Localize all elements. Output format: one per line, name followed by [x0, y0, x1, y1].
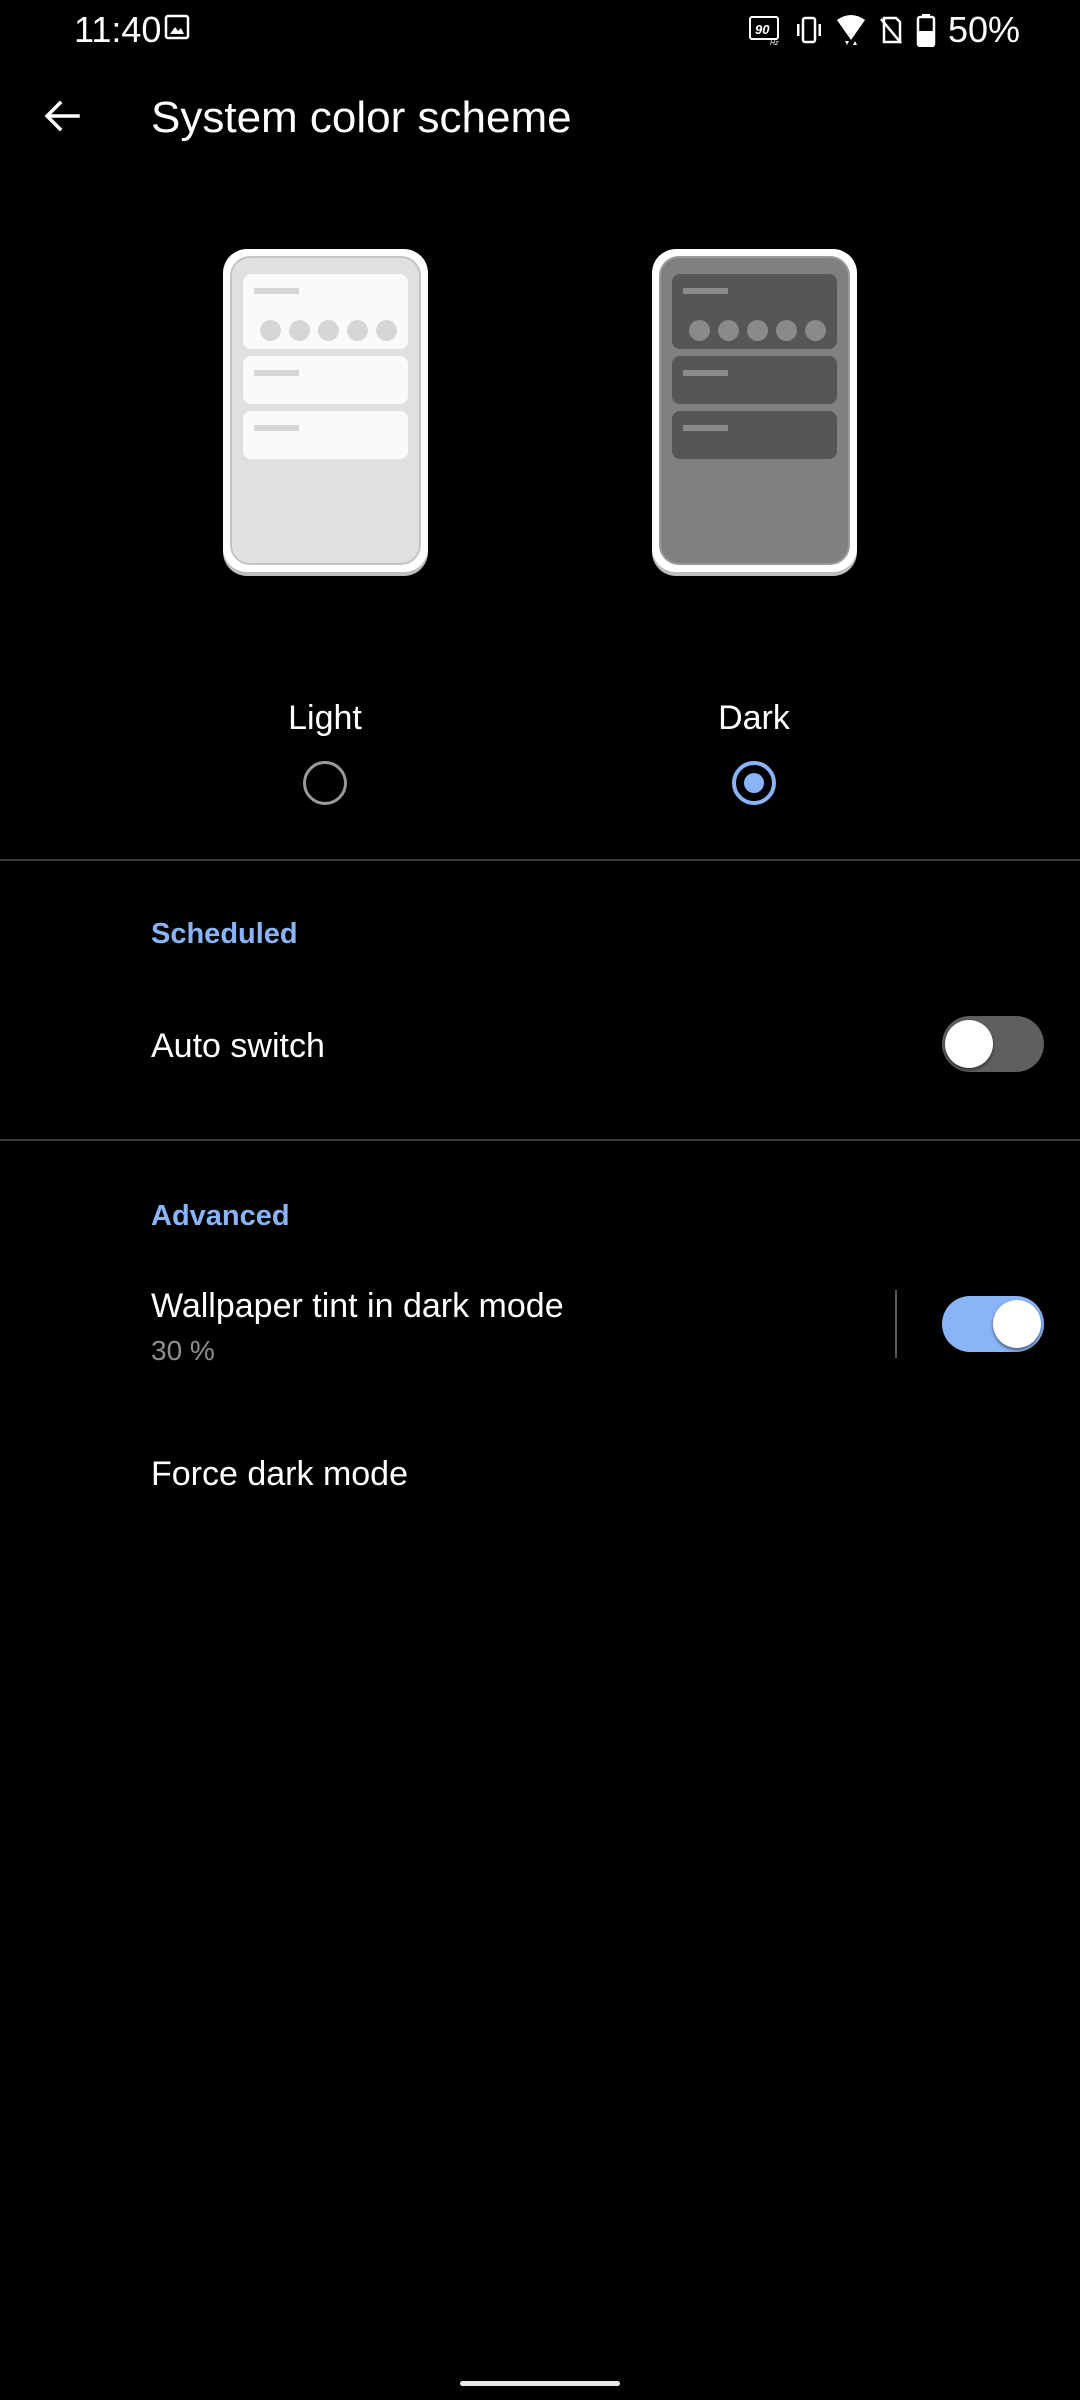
back-button[interactable] [30, 84, 94, 148]
preview-card [672, 356, 837, 404]
wallpaper-tint-value: 30 % [151, 1335, 215, 1366]
page-title: System color scheme [151, 93, 572, 142]
dark-theme-preview[interactable] [652, 249, 857, 572]
divider [0, 859, 1080, 861]
preview-card [243, 356, 408, 404]
section-header-scheduled: Scheduled [151, 918, 298, 950]
preview-screen [230, 256, 421, 565]
preview-screen [659, 256, 850, 565]
section-header-advanced: Advanced [151, 1200, 290, 1232]
battery-percent: 50% [947, 9, 1020, 50]
gallery-icon [164, 14, 190, 40]
wifi-icon [836, 15, 865, 45]
auto-switch-toggle[interactable] [942, 1016, 1044, 1072]
arrow-back-icon [44, 100, 80, 132]
no-sim-icon [879, 16, 902, 44]
preview-card [243, 274, 408, 349]
dark-theme-radio[interactable] [732, 761, 776, 805]
light-theme-radio[interactable] [303, 761, 347, 805]
vibrate-icon [796, 16, 821, 44]
divider [0, 1139, 1080, 1141]
wallpaper-tint-toggle[interactable] [942, 1296, 1044, 1352]
svg-text:Hz: Hz [770, 40, 779, 46]
light-theme-preview[interactable] [223, 249, 428, 572]
preview-card [672, 411, 837, 459]
vertical-divider [895, 1290, 897, 1358]
battery-icon [916, 14, 936, 47]
force-dark-mode-item[interactable]: Force dark mode [151, 1452, 408, 1496]
gesture-nav-handle[interactable] [460, 2381, 620, 2386]
wallpaper-tint-label[interactable]: Wallpaper tint in dark mode [151, 1284, 564, 1328]
svg-text:90: 90 [755, 22, 770, 37]
switch-thumb [993, 1300, 1041, 1348]
dark-theme-label: Dark [718, 699, 790, 737]
switch-thumb [945, 1020, 993, 1068]
auto-switch-label[interactable]: Auto switch [151, 1024, 325, 1068]
preview-card [243, 411, 408, 459]
status-icons: 90 Hz 50% [748, 8, 1020, 52]
status-time: 11:40 [74, 9, 162, 50]
light-theme-label: Light [288, 699, 362, 737]
refresh-rate-90hz-icon: 90 Hz [748, 16, 779, 46]
preview-card [672, 274, 837, 349]
